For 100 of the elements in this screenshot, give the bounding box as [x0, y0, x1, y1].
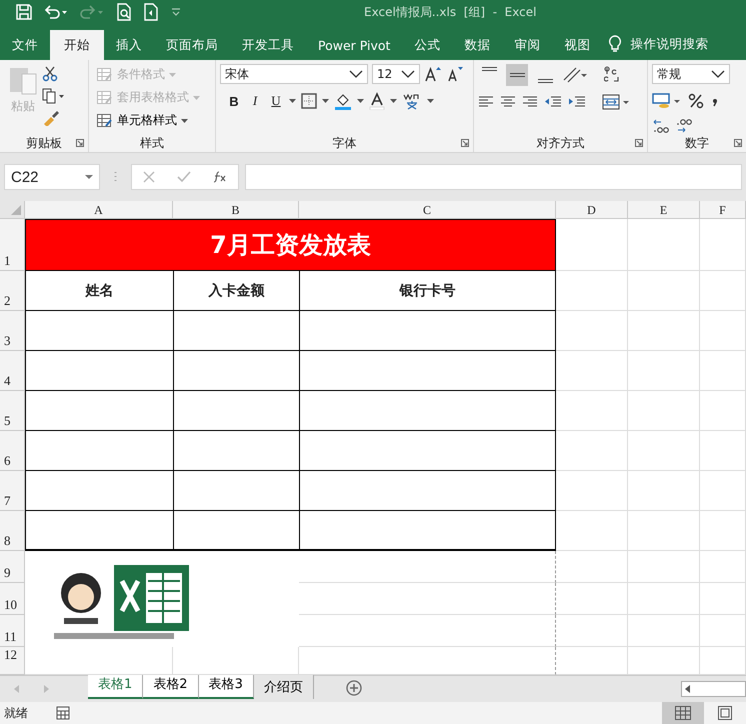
dialog-launcher-icon[interactable]	[734, 139, 742, 147]
group-label: 样式	[140, 134, 164, 152]
row-header[interactable]: 2	[0, 271, 25, 311]
currency-icon[interactable]	[652, 92, 682, 110]
number-format-dropdown[interactable]: 常规	[652, 64, 730, 84]
name-box[interactable]: C22	[4, 164, 100, 190]
macro-record-icon[interactable]	[56, 706, 70, 720]
ribbon-tab[interactable]: 公式	[402, 30, 452, 60]
ribbon-tab[interactable]: 开始	[50, 30, 104, 60]
save-icon[interactable]	[16, 4, 32, 20]
font-name-dropdown[interactable]: 宋体	[220, 64, 368, 84]
dropdown-caret-icon[interactable]	[357, 99, 364, 103]
row-header[interactable]: 4	[0, 351, 25, 391]
increase-indent-icon[interactable]	[568, 95, 586, 109]
select-all-corner[interactable]	[0, 201, 25, 219]
merge-cells-icon[interactable]	[602, 94, 630, 110]
table-style-icon	[97, 90, 113, 104]
ribbon-tab[interactable]: 页面布局	[154, 30, 230, 60]
insert-function-icon[interactable]	[213, 171, 227, 183]
dropdown-caret-icon[interactable]	[390, 99, 397, 103]
font-size-dropdown[interactable]: 12	[372, 64, 420, 84]
ribbon-tab[interactable]: 插入	[104, 30, 154, 60]
normal-view-button[interactable]	[662, 702, 704, 724]
ribbon-tab[interactable]: 数据	[452, 30, 502, 60]
dropdown-caret-icon[interactable]	[427, 99, 434, 103]
scroll-right-icon[interactable]	[44, 685, 50, 693]
row-header[interactable]: 10	[0, 583, 25, 615]
group-label: 数字	[685, 134, 709, 152]
sheet-tab[interactable]: 表格2	[143, 675, 199, 699]
format-painter-icon[interactable]	[42, 110, 60, 126]
undo-icon[interactable]	[44, 4, 68, 20]
ribbon-tab[interactable]: 视图	[552, 30, 602, 60]
triangle-icon	[11, 205, 21, 215]
formula-input[interactable]	[245, 164, 742, 190]
orientation-icon[interactable]	[562, 66, 588, 84]
scissors-icon[interactable]	[42, 66, 58, 82]
decrease-decimal-icon[interactable]	[676, 118, 694, 134]
table-style-icon	[97, 68, 113, 82]
horizontal-scrollbar[interactable]	[681, 681, 746, 697]
row-header[interactable]: 3	[0, 311, 25, 351]
redo-icon[interactable]	[80, 4, 104, 20]
row-header[interactable]: 11	[0, 615, 25, 647]
group-label: 字体	[332, 134, 356, 152]
chevron-down-icon	[711, 70, 725, 78]
fill-color-icon[interactable]	[334, 92, 352, 110]
decrease-indent-icon[interactable]	[544, 95, 562, 109]
increase-decimal-icon[interactable]	[652, 118, 670, 134]
grid-cell[interactable]	[299, 583, 556, 615]
scroll-left-icon[interactable]	[685, 685, 691, 693]
percent-icon[interactable]	[688, 93, 704, 109]
tell-me-search[interactable]: 操作说明搜索	[630, 36, 708, 53]
copy-icon[interactable]	[42, 88, 66, 104]
column-header[interactable]: C	[299, 201, 556, 219]
ribbon-tab[interactable]: 审阅	[502, 30, 552, 60]
italic-button[interactable]: I	[247, 93, 263, 109]
increase-font-size-icon[interactable]	[424, 65, 442, 83]
align-left-icon[interactable]	[478, 95, 494, 109]
enter-check-icon[interactable]	[177, 171, 191, 183]
row-header[interactable]: 12	[0, 647, 25, 675]
font-color-icon[interactable]	[369, 92, 385, 110]
bold-button[interactable]: B	[226, 94, 242, 108]
sheet-tab[interactable]: 表格1	[88, 675, 144, 699]
column-header[interactable]: B	[173, 201, 299, 219]
column-header[interactable]: E	[628, 201, 700, 219]
decrease-font-size-icon[interactable]	[446, 65, 464, 83]
ribbon-tab[interactable]: Power Pivot	[306, 30, 402, 60]
borders-icon[interactable]	[301, 93, 317, 109]
dropdown-caret-icon[interactable]	[289, 99, 296, 103]
grid-cell[interactable]	[299, 615, 556, 647]
add-sheet-icon[interactable]	[346, 680, 362, 696]
vertical-align-button[interactable]	[506, 64, 528, 86]
column-header[interactable]: D	[556, 201, 628, 219]
column-header[interactable]: F	[700, 201, 746, 219]
print-preview-icon[interactable]	[116, 3, 132, 21]
ribbon-tab[interactable]: 文件	[0, 30, 50, 60]
table-title: 7月工资发放表	[25, 219, 556, 271]
document-icon[interactable]	[144, 3, 158, 21]
column-header[interactable]: A	[25, 201, 173, 219]
align-right-icon[interactable]	[522, 95, 538, 109]
ribbon-tab[interactable]: 开发工具	[230, 30, 306, 60]
dialog-launcher-icon[interactable]	[76, 139, 84, 147]
dialog-launcher-icon[interactable]	[635, 139, 643, 147]
dropdown-caret-icon[interactable]	[322, 99, 329, 103]
sheet-tab[interactable]: 表格3	[198, 675, 254, 699]
customize-caret-icon[interactable]	[170, 7, 182, 17]
row-header[interactable]: 9	[0, 551, 25, 583]
styles-menu-button[interactable]: 单元格样式	[93, 110, 211, 131]
row-header[interactable]: 5	[0, 391, 25, 431]
sheet-tab[interactable]: 介绍页	[254, 675, 314, 699]
cancel-icon[interactable]	[143, 171, 155, 183]
align-center-icon[interactable]	[500, 95, 516, 109]
row-header[interactable]: 6	[0, 431, 25, 471]
underline-button[interactable]: U	[268, 93, 284, 109]
chevron-down-icon	[349, 70, 363, 78]
row-header[interactable]: 8	[0, 511, 25, 551]
column-heading: 银行卡号	[299, 271, 556, 311]
row-header[interactable]: 1	[0, 219, 25, 271]
row-header[interactable]: 7	[0, 471, 25, 511]
dialog-launcher-icon[interactable]	[461, 139, 469, 147]
grid-cell[interactable]	[299, 551, 556, 583]
